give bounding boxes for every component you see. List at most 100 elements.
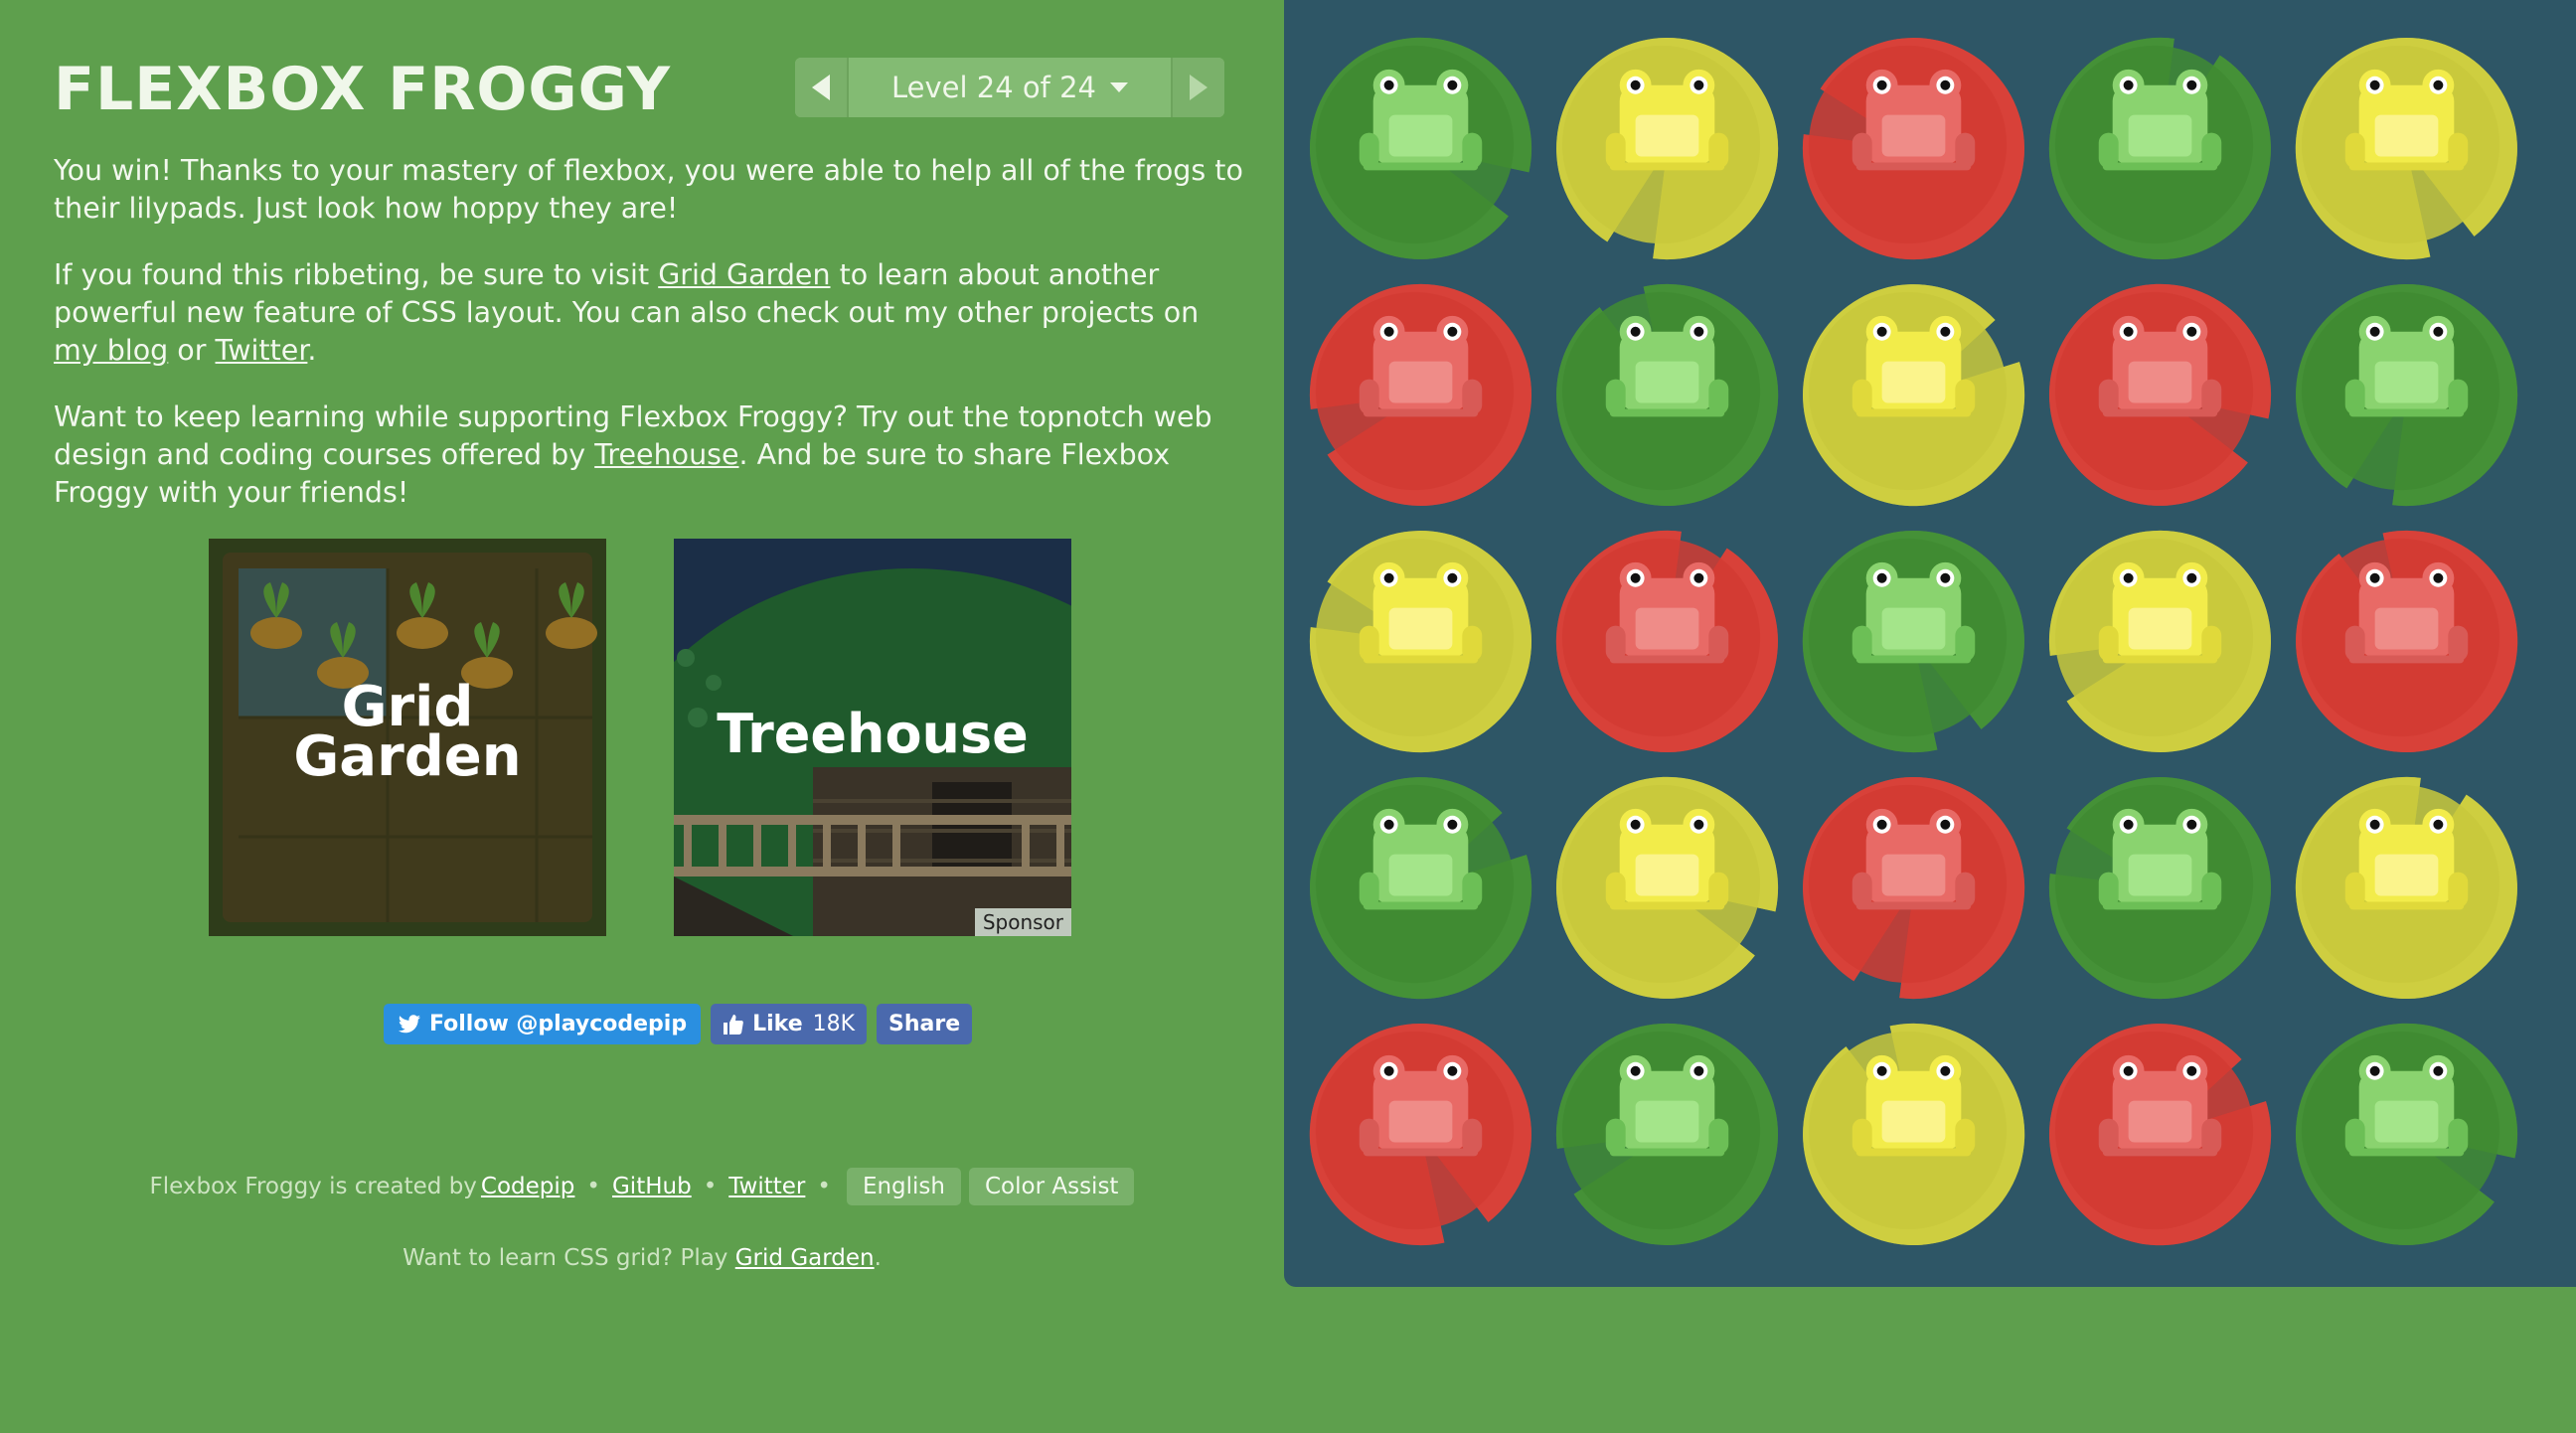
treehouse-promo-label: Treehouse [717,703,1029,765]
links-paragraph: If you found this ribbeting, be sure to … [54,256,1246,370]
text: If you found this ribbeting, be sure to … [54,258,659,291]
lilypad-yellow [2284,26,2529,271]
lilypad-green [1791,519,2036,764]
win-message: You win! Thanks to your mastery of flexb… [54,152,1246,541]
github-link[interactable]: GitHub [612,1174,692,1199]
sponsor-badge: Sponsor [974,908,1071,936]
frog-icon [1310,777,1532,1000]
previous-level-button[interactable] [795,58,849,117]
like-label: Like [752,1012,803,1036]
frog-icon [2295,37,2517,260]
lilypad-red [2037,272,2283,518]
separator: • [586,1174,600,1199]
grid-garden-footer: Want to learn CSS grid? Play Grid Garden… [0,1245,1284,1271]
treehouse-link[interactable]: Treehouse [594,438,738,471]
arrow-right-icon [1190,75,1208,100]
footer-credit: Flexbox Froggy is created by [149,1174,477,1199]
text: or [168,334,216,367]
frog-icon [1555,1023,1779,1245]
lilypad-green [1298,765,1543,1011]
frog-icon [1802,530,2024,753]
frog-icon [1309,37,1532,259]
twitter-bird-icon [399,1014,420,1033]
frog-icon [2295,776,2517,1000]
level-dropdown[interactable]: Level 24 of 24 [849,58,1171,117]
level-label: Level 24 of 24 [891,71,1096,104]
frog-icon [1803,284,2025,507]
twitter-follow-button[interactable]: Follow @playcodepip [384,1004,702,1044]
lilypad-red [1791,765,2036,1011]
frog-icon [1556,283,1779,507]
lilypad-red [1791,26,2036,271]
footer-text: Want to learn CSS grid? Play [402,1245,735,1271]
sponsor-paragraph: Want to keep learning while supporting F… [54,398,1246,512]
frog-icon [1309,283,1532,506]
lilypad-yellow [1544,765,1790,1011]
grid-garden-footer-link[interactable]: Grid Garden [735,1245,875,1271]
thumbs-up-icon [724,1014,743,1035]
lilypad-green [1544,272,1790,518]
color-assist-button[interactable]: Color Assist [969,1168,1135,1205]
separator: • [817,1174,831,1199]
blog-link[interactable]: my blog [54,334,168,367]
lilypad-red [2037,1012,2283,1257]
page-title: Flexbox Froggy [54,55,672,124]
lilypad-yellow [1298,519,1543,764]
separator: • [703,1174,718,1199]
frog-icon [2048,37,2271,260]
frog-icon [1309,531,1532,753]
lilypad-yellow [1791,1012,2036,1257]
frog-icon [1555,776,1779,999]
frog-icon [2296,283,2518,507]
grid-garden-promo[interactable]: Grid Garden [209,539,606,936]
footer-text: . [874,1245,882,1271]
frog-icon [2296,530,2518,753]
facebook-like-button[interactable]: Like 18K [711,1004,868,1044]
text: . [307,334,317,367]
frog-icon [1803,1023,2025,1246]
lilypad-red [2284,519,2529,764]
arrow-left-icon [812,75,830,100]
win-paragraph: You win! Thanks to your mastery of flexb… [54,152,1246,228]
lilypad-red [1298,1012,1543,1257]
frog-icon [2048,283,2272,506]
next-level-button[interactable] [1171,58,1224,117]
promo-line: Garden [293,724,522,789]
language-button[interactable]: English [846,1168,961,1205]
social-buttons: Follow @playcodepip Like 18K Share [384,1004,973,1044]
frog-icon [1802,38,2025,260]
twitter-follow-label: Follow @playcodepip [429,1012,688,1036]
lilypad-green [1544,1012,1790,1257]
codepip-link[interactable]: Codepip [481,1174,574,1199]
lilypad-green [2037,765,2283,1011]
twitter-link[interactable]: Twitter [216,334,308,367]
lilypad-green [2284,1012,2529,1257]
twitter-footer-link[interactable]: Twitter [728,1174,805,1199]
treehouse-promo[interactable]: Treehouse Sponsor [674,539,1071,936]
grid-garden-link[interactable]: Grid Garden [658,258,830,291]
frog-icon [1556,37,1779,260]
lilypad-red [1298,272,1543,518]
win-text: You win! Thanks to your mastery of flexb… [54,154,1243,225]
frog-icon [2049,1024,2272,1246]
frog-icon [1803,776,2025,1000]
grid-garden-promo-label: Grid Garden [209,680,606,789]
pond-board [1284,0,2576,1287]
frog-icon [2048,777,2272,1000]
frog-icon [1555,530,1778,753]
frog-icon [2048,530,2272,752]
facebook-share-button[interactable]: Share [877,1004,973,1044]
lilypad-yellow [1544,26,1790,271]
lilypad-green [2284,272,2529,518]
sidebar: Flexbox Froggy Level 24 of 24 You win! T… [0,0,1284,1433]
frog-icon [2295,1023,2518,1245]
lilypad-yellow [1791,272,2036,518]
footer: Flexbox Froggy is created by Codepip • G… [0,1168,1284,1205]
caret-down-icon [1109,82,1128,92]
lilypad-green [2037,26,2283,271]
lilypad-red [1544,519,1790,764]
lilypad-green [1298,26,1543,271]
level-navigation: Level 24 of 24 [795,58,1224,117]
lilypad-yellow [2284,765,2529,1011]
frog-icon [1309,1023,1531,1246]
